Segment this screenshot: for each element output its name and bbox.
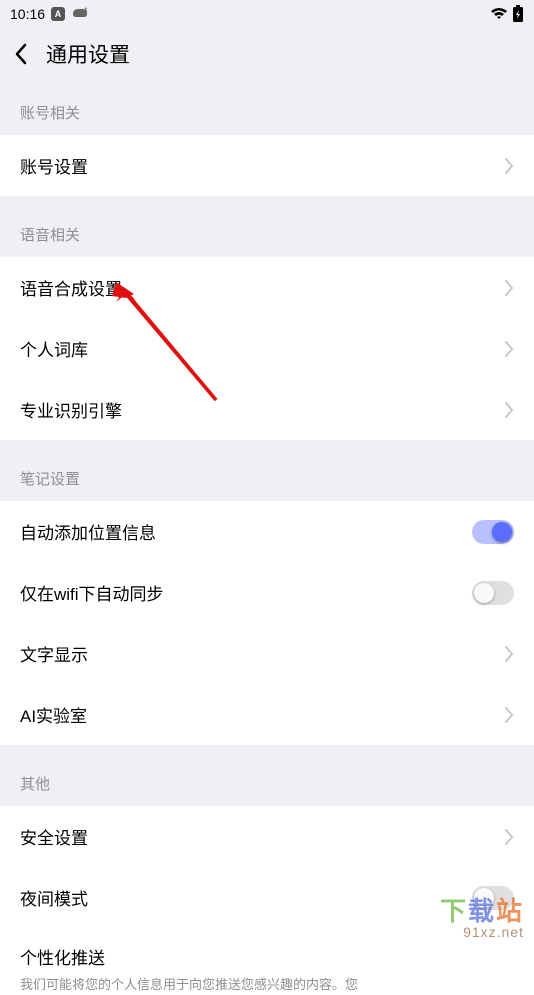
battery-icon: [512, 5, 524, 23]
row-label: 夜间模式: [20, 885, 88, 910]
chevron-right-icon: [505, 280, 514, 296]
row-label: 账号设置: [20, 153, 88, 178]
toggle-knob: [492, 522, 512, 542]
chevron-right-icon: [505, 341, 514, 357]
row-night-mode[interactable]: 夜间模式: [0, 867, 534, 928]
toggle-auto-location[interactable]: [472, 520, 514, 544]
row-account-settings[interactable]: 账号设置: [0, 135, 534, 196]
row-label: 个人词库: [20, 336, 88, 361]
wifi-icon: [490, 7, 508, 21]
chevron-right-icon: [505, 829, 514, 845]
chevron-right-icon: [505, 158, 514, 174]
toggle-knob: [474, 583, 494, 603]
status-left: 10:16 A: [10, 6, 89, 23]
row-label: 个性化推送: [20, 944, 514, 969]
row-description: 我们可能将您的个人信息用于向您推送您感兴趣的内容。您: [20, 975, 514, 995]
section-header-notes: 笔记设置: [0, 440, 534, 501]
chevron-right-icon: [505, 707, 514, 723]
row-personalization[interactable]: 个性化推送 我们可能将您的个人信息用于向您推送您感兴趣的内容。您: [0, 928, 534, 995]
row-pro-engine[interactable]: 专业识别引擎: [0, 379, 534, 440]
chevron-right-icon: [505, 402, 514, 418]
status-time: 10:16: [10, 6, 45, 22]
row-tts-settings[interactable]: 语音合成设置: [0, 257, 534, 318]
whale-icon: [71, 6, 89, 23]
row-wifi-sync[interactable]: 仅在wifi下自动同步: [0, 562, 534, 623]
status-bar: 10:16 A: [0, 0, 534, 28]
toggle-night-mode[interactable]: [472, 886, 514, 910]
row-label: 语音合成设置: [20, 275, 122, 300]
page-title: 通用设置: [46, 39, 130, 69]
row-security[interactable]: 安全设置: [0, 806, 534, 867]
row-label: 自动添加位置信息: [20, 519, 156, 544]
row-label: 仅在wifi下自动同步: [20, 580, 164, 605]
toggle-wifi-sync[interactable]: [472, 581, 514, 605]
status-right: [490, 5, 524, 23]
section-header-voice: 语音相关: [0, 196, 534, 257]
row-label: 文字显示: [20, 641, 88, 666]
back-button[interactable]: [14, 43, 28, 65]
row-label: 安全设置: [20, 824, 88, 849]
row-text-display[interactable]: 文字显示: [0, 623, 534, 684]
row-auto-location[interactable]: 自动添加位置信息: [0, 501, 534, 562]
section-header-account: 账号相关: [0, 80, 534, 135]
page-header: 通用设置: [0, 28, 534, 80]
row-label: 专业识别引擎: [20, 397, 122, 422]
toggle-knob: [474, 888, 494, 908]
row-personal-lexicon[interactable]: 个人词库: [0, 318, 534, 379]
row-ai-lab[interactable]: AI实验室: [0, 684, 534, 745]
chevron-right-icon: [505, 646, 514, 662]
section-header-other: 其他: [0, 745, 534, 806]
app-badge-icon: A: [51, 7, 65, 21]
row-label: AI实验室: [20, 702, 87, 727]
